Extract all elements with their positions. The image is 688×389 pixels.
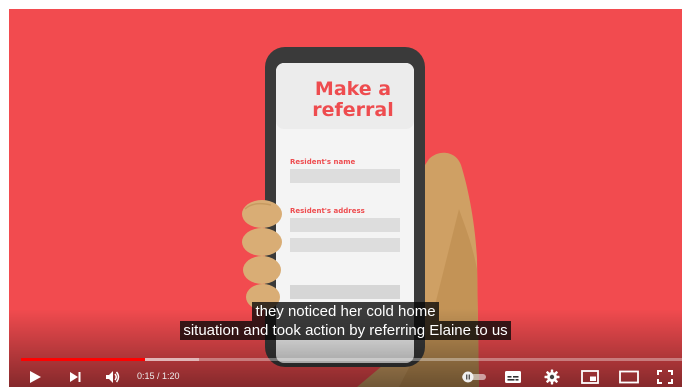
play-button[interactable] <box>25 369 45 385</box>
time-display: 0:15 / 1:20 <box>137 371 180 381</box>
volume-icon <box>106 371 120 383</box>
subtitles-button[interactable] <box>503 369 523 385</box>
fullscreen-icon <box>657 370 673 384</box>
next-icon <box>70 372 81 382</box>
autoplay-toggle[interactable] <box>461 370 487 384</box>
progress-buffered <box>144 358 200 361</box>
autoplay-toggle-icon <box>462 371 486 383</box>
video-frame[interactable]: Make a referral Resident's name Resident… <box>9 9 682 387</box>
miniplayer-button[interactable] <box>580 369 600 385</box>
next-button[interactable] <box>65 369 85 385</box>
theater-mode-icon <box>619 370 639 384</box>
subtitles-icon <box>505 371 521 383</box>
theater-mode-button[interactable] <box>618 369 640 385</box>
progress-bar[interactable] <box>21 358 682 361</box>
settings-button[interactable] <box>542 369 562 385</box>
progress-played <box>21 358 145 361</box>
video-player: Make a referral Resident's name Resident… <box>0 0 688 389</box>
fullscreen-button[interactable] <box>655 369 675 385</box>
volume-button[interactable] <box>103 369 123 385</box>
miniplayer-icon <box>581 370 599 384</box>
gear-icon <box>544 369 560 385</box>
play-icon <box>30 371 41 383</box>
player-controls: 0:15 / 1:20 <box>9 9 682 387</box>
